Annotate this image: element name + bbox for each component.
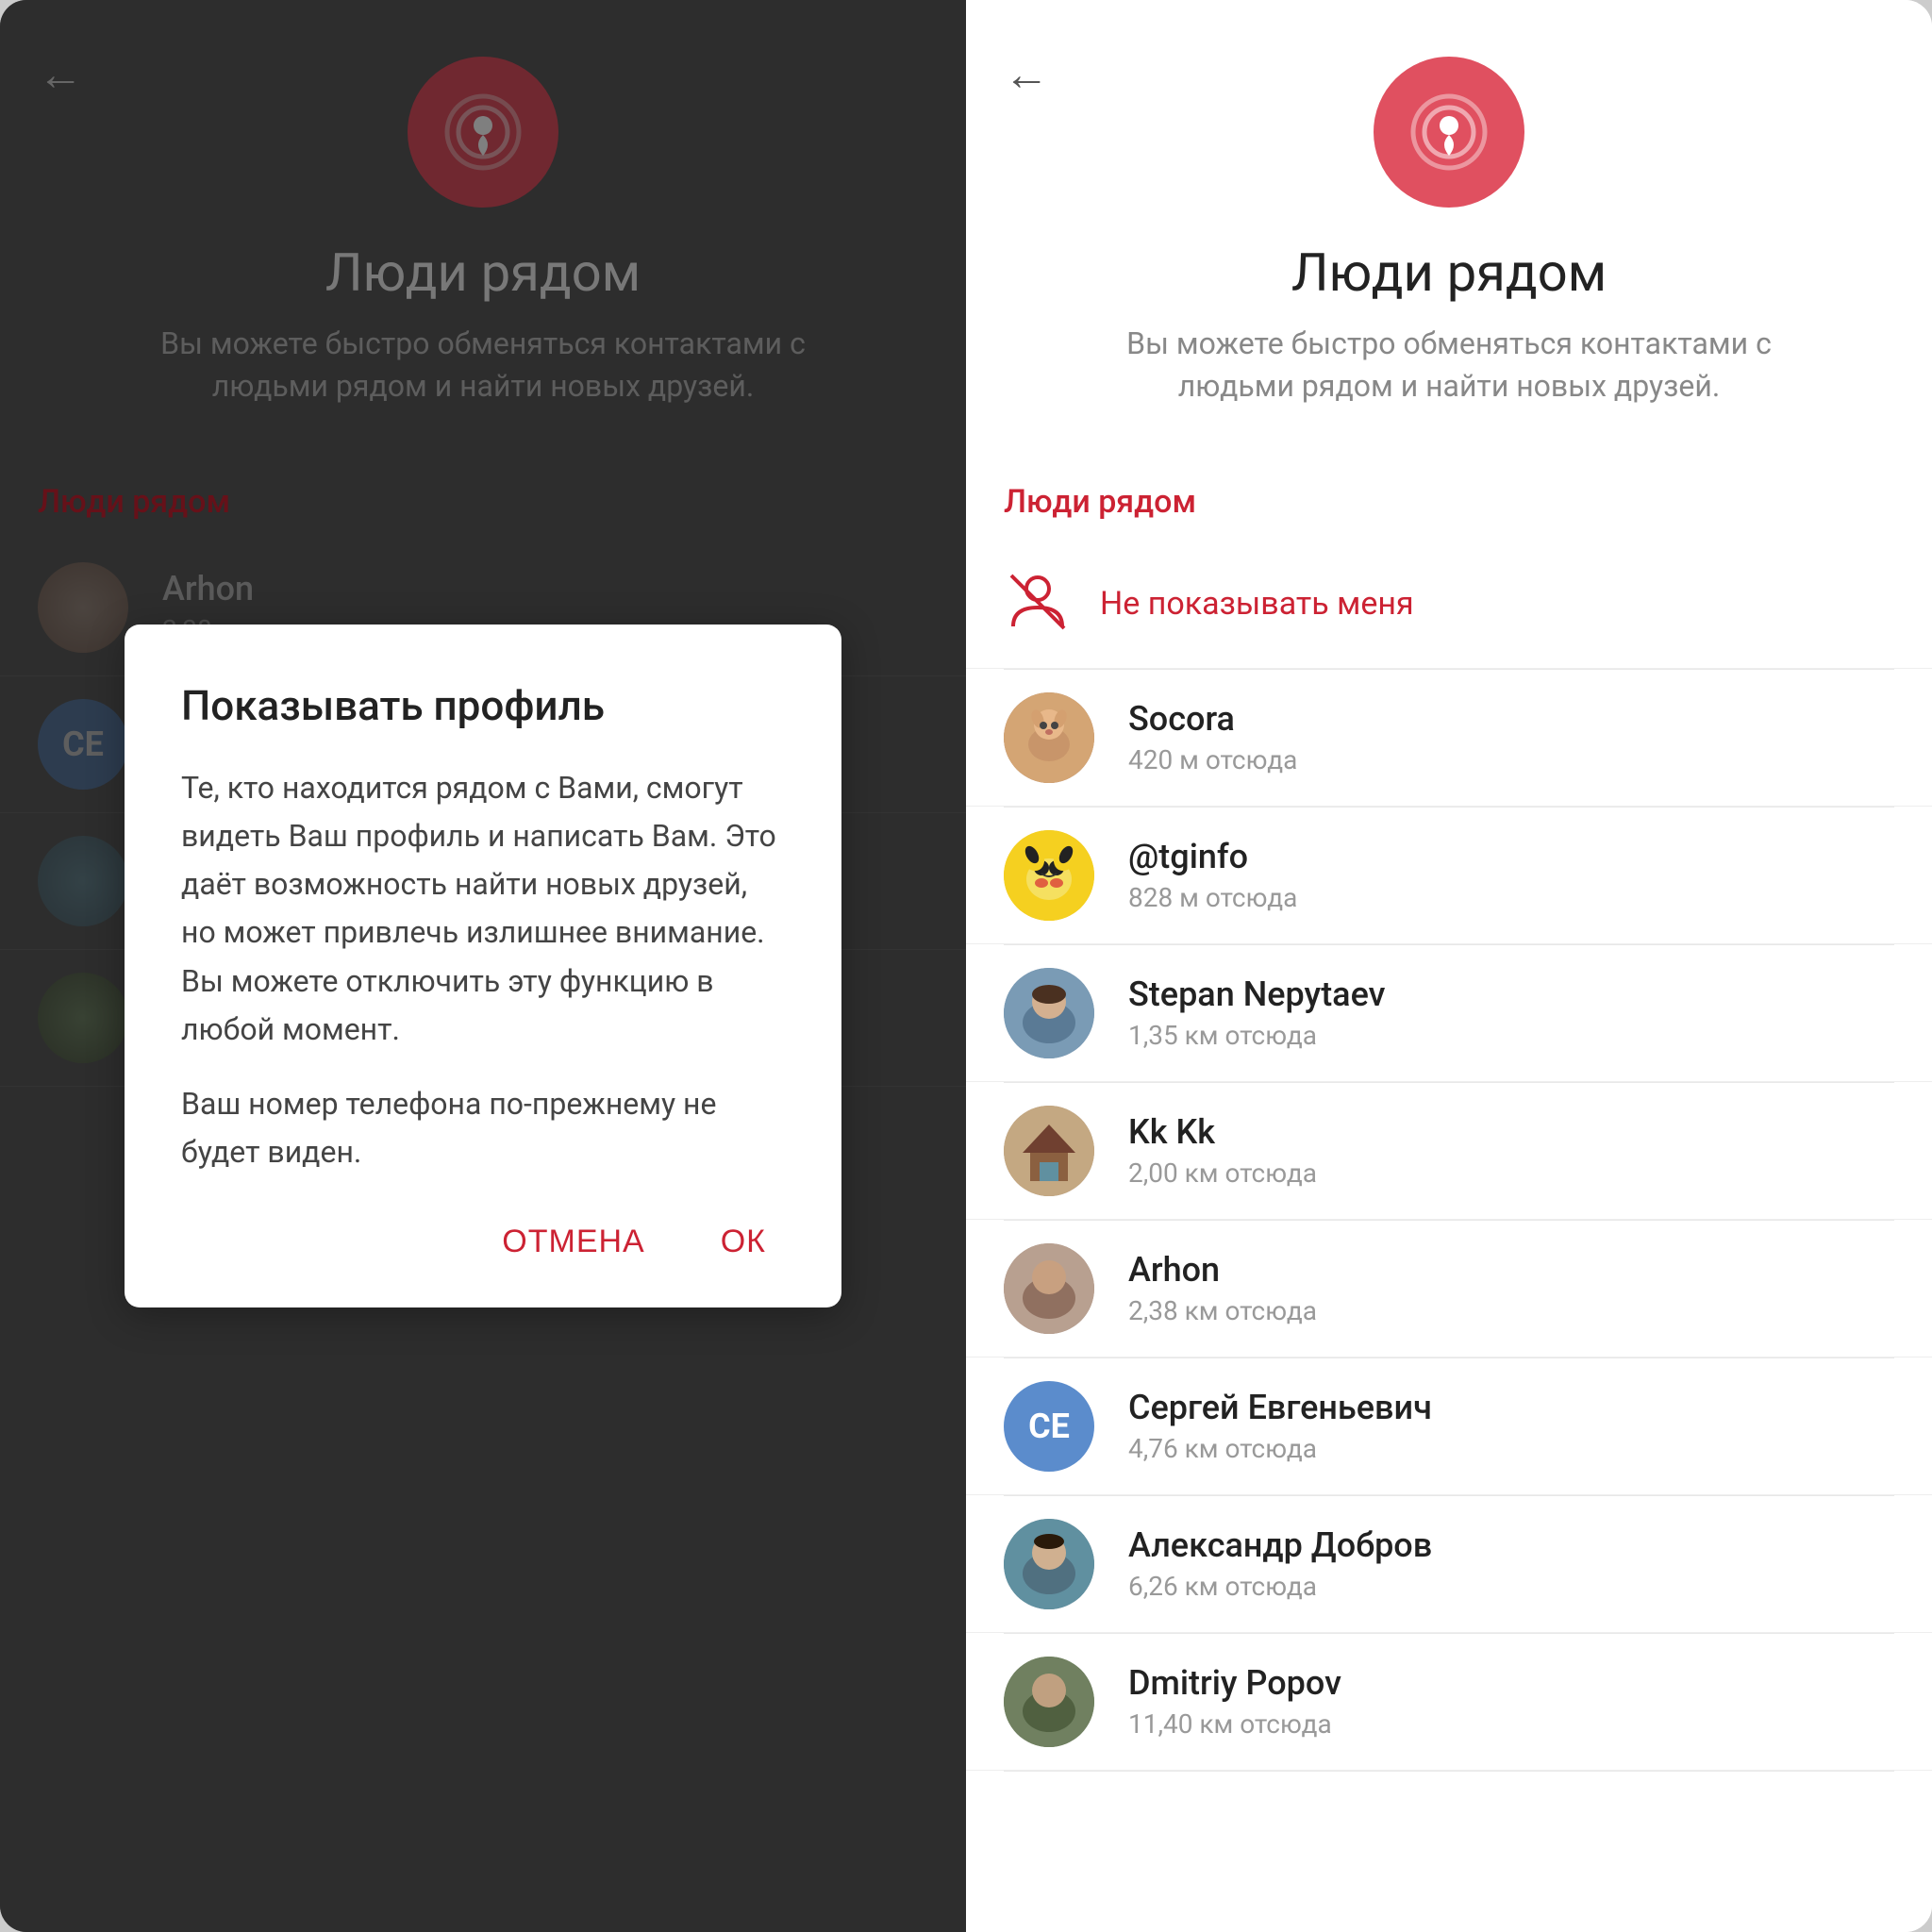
item-info-socora: Socora 420 м отсюда	[1128, 699, 1297, 775]
modal-title: Показывать профиль	[181, 681, 785, 730]
right-back-button[interactable]: ←	[1004, 47, 1049, 101]
modal-body: Те, кто находится рядом с Вами, смогут в…	[181, 764, 785, 1177]
item-info-alex: Александр Добров 6,26 км отсюда	[1128, 1525, 1432, 1602]
modal-text-1: Те, кто находится рядом с Вами, смогут в…	[181, 764, 785, 1054]
avatar-tginfo	[1004, 830, 1094, 921]
item-distance-arhon: 2,38 км отсюда	[1128, 1295, 1317, 1326]
location-icon-right	[1407, 90, 1491, 175]
divider	[1004, 1771, 1894, 1772]
item-name-stepan: Stepan Nepytaev	[1128, 974, 1386, 1014]
item-name-tginfo: @tginfo	[1128, 837, 1297, 876]
modal-dialog: Показывать профиль Те, кто находится ряд…	[125, 625, 841, 1308]
list-item-dmitriy[interactable]: Dmitriy Popov 11,40 км отсюда	[966, 1634, 1932, 1771]
avatar-arhon	[1004, 1243, 1094, 1334]
right-section-header: Люди рядом	[966, 455, 1932, 540]
item-info-kkkk: Kk Kk 2,00 км отсюда	[1128, 1112, 1317, 1189]
avatar-dmitriy	[1004, 1657, 1094, 1747]
arhon-avatar	[1004, 1243, 1094, 1334]
item-distance-dmitriy: 11,40 км отсюда	[1128, 1708, 1341, 1740]
item-name-alex: Александр Добров	[1128, 1525, 1432, 1565]
kkkk-avatar	[1004, 1106, 1094, 1196]
item-distance-alex: 6,26 км отсюда	[1128, 1571, 1432, 1602]
right-page-title: Люди рядом	[1291, 242, 1607, 304]
right-location-icon-wrapper	[1374, 57, 1524, 208]
item-name-arhon: Arhon	[1128, 1250, 1317, 1290]
no-show-label: Не показывать меня	[1100, 585, 1414, 623]
item-distance-stepan: 1,35 км отсюда	[1128, 1020, 1386, 1051]
right-header: ← Люди рядом Вы можете быстро обменяться…	[966, 0, 1932, 455]
list-item-arhon[interactable]: Arhon 2,38 км отсюда	[966, 1221, 1932, 1357]
right-page-subtitle: Вы можете быстро обменяться контактами с…	[1119, 323, 1779, 408]
person-crossed-icon	[1004, 568, 1072, 636]
dmitriy-avatar	[1004, 1657, 1094, 1747]
item-info-tginfo: @tginfo 828 м отсюда	[1128, 837, 1297, 913]
avatar-stepan	[1004, 968, 1094, 1058]
modal-actions: ОТМЕНА ОК	[181, 1214, 785, 1270]
item-name-dmitriy: Dmitriy Popov	[1128, 1663, 1341, 1703]
no-show-item[interactable]: Не показывать меня	[966, 540, 1932, 669]
item-info-dmitriy: Dmitriy Popov 11,40 км отсюда	[1128, 1663, 1341, 1740]
cat-avatar	[1004, 692, 1094, 783]
list-item-socora[interactable]: Socora 420 м отсюда	[966, 670, 1932, 807]
item-distance-tginfo: 828 м отсюда	[1128, 882, 1297, 913]
pikachu-avatar	[1004, 830, 1094, 921]
modal-overlay: Показывать профиль Те, кто находится ряд…	[0, 0, 966, 1932]
list-item-kkkk[interactable]: Kk Kk 2,00 км отсюда	[966, 1083, 1932, 1220]
list-item-stepan[interactable]: Stepan Nepytaev 1,35 км отсюда	[966, 945, 1932, 1082]
modal-text-2: Ваш номер телефона по-прежнему не будет …	[181, 1080, 785, 1176]
item-name-socora: Socora	[1128, 699, 1297, 739]
list-item-tginfo[interactable]: @tginfo 828 м отсюда	[966, 808, 1932, 944]
list-item-sergey[interactable]: CE Сергей Евгеньевич 4,76 км отсюда	[966, 1358, 1932, 1495]
left-panel: ← Люди рядом Вы можете быстро обменяться…	[0, 0, 966, 1932]
right-list-section: Люди рядом Не показывать меня	[966, 455, 1932, 1932]
no-show-icon	[1004, 568, 1072, 640]
modal-ok-button[interactable]: ОК	[702, 1214, 785, 1270]
avatar-alex	[1004, 1519, 1094, 1609]
avatar-socora	[1004, 692, 1094, 783]
item-info-arhon: Arhon 2,38 км отсюда	[1128, 1250, 1317, 1326]
stepan-avatar	[1004, 968, 1094, 1058]
avatar-sergey: CE	[1004, 1381, 1094, 1472]
item-info-stepan: Stepan Nepytaev 1,35 км отсюда	[1128, 974, 1386, 1051]
avatar-kkkk	[1004, 1106, 1094, 1196]
item-distance-socora: 420 м отсюда	[1128, 744, 1297, 775]
alex-avatar	[1004, 1519, 1094, 1609]
item-name-sergey: Сергей Евгеньевич	[1128, 1388, 1432, 1427]
item-distance-kkkk: 2,00 км отсюда	[1128, 1158, 1317, 1189]
item-distance-sergey: 4,76 км отсюда	[1128, 1433, 1432, 1464]
list-item-alex[interactable]: Александр Добров 6,26 км отсюда	[966, 1496, 1932, 1633]
right-panel: ← Люди рядом Вы можете быстро обменяться…	[966, 0, 1932, 1932]
modal-cancel-button[interactable]: ОТМЕНА	[483, 1214, 663, 1270]
item-info-sergey: Сергей Евгеньевич 4,76 км отсюда	[1128, 1388, 1432, 1464]
item-name-kkkk: Kk Kk	[1128, 1112, 1317, 1152]
